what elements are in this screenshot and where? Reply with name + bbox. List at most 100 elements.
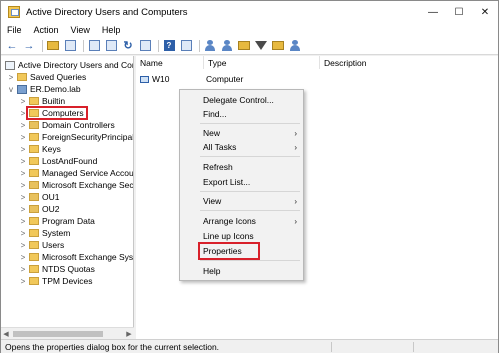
expand-arrow-icon[interactable]: >	[19, 181, 27, 190]
menu-item-help[interactable]: Help	[180, 265, 303, 277]
tree-item-microsoft-exchange-system[interactable]: > Microsoft Exchange Syste	[19, 251, 133, 263]
menu-item-label: View	[203, 196, 222, 206]
tree-item-lost-and-found[interactable]: > LostAndFound	[19, 155, 98, 167]
scroll-right-icon[interactable]: ▶	[124, 330, 134, 338]
forward-arrow-icon[interactable]: →	[22, 39, 36, 53]
menu-item-view[interactable]: View ›	[180, 195, 303, 207]
menu-help[interactable]: Help	[102, 25, 121, 35]
list-item-type: Computer	[206, 74, 244, 84]
folder-icon	[29, 169, 39, 177]
expand-arrow-icon[interactable]: >	[19, 217, 27, 226]
tree-item-microsoft-exchange-security[interactable]: > Microsoft Exchange Secu	[19, 179, 134, 191]
expand-arrow-icon[interactable]: >	[19, 193, 27, 202]
expand-arrow-icon[interactable]: >	[19, 277, 27, 286]
expand-arrow-icon[interactable]: >	[19, 169, 27, 178]
tree-item-label: TPM Devices	[42, 276, 93, 286]
column-header-description[interactable]: Description	[320, 56, 498, 69]
tree-item-domain-controllers[interactable]: > Domain Controllers	[19, 119, 115, 131]
help-icon[interactable]: ?	[162, 39, 176, 53]
column-header-type[interactable]: Type	[204, 56, 320, 69]
tree-item-ou1[interactable]: > OU1	[19, 191, 60, 203]
tree-item-keys[interactable]: > Keys	[19, 143, 61, 155]
column-header-name[interactable]: Name	[136, 56, 204, 69]
tree-item-foreign-security-principals[interactable]: > ForeignSecurityPrincipals	[19, 131, 133, 143]
expand-arrow-icon[interactable]: >	[19, 145, 27, 154]
folder-icon	[29, 241, 39, 249]
expand-arrow-icon[interactable]: >	[19, 121, 27, 130]
up-folder-icon[interactable]	[46, 39, 60, 53]
tree-item-saved-queries[interactable]: > Saved Queries	[7, 71, 87, 83]
tree-item-label: ER.Demo.lab	[30, 84, 81, 94]
expand-arrow-icon[interactable]: >	[19, 205, 27, 214]
menu-view[interactable]: View	[71, 25, 90, 35]
folder-icon	[29, 253, 39, 261]
expand-arrow-icon[interactable]: >	[19, 265, 27, 274]
tree-item-ntds-quotas[interactable]: > NTDS Quotas	[19, 263, 95, 275]
menu-item-delegate-control[interactable]: Delegate Control...	[180, 94, 303, 106]
submenu-arrow-icon: ›	[294, 216, 297, 226]
tree-item-label: System	[42, 228, 71, 238]
list-item[interactable]: W10 Computer	[136, 73, 322, 85]
close-button[interactable]: ✕	[472, 1, 498, 23]
expand-arrow-icon[interactable]: v	[7, 85, 15, 94]
find-icon[interactable]	[288, 39, 302, 53]
submenu-arrow-icon: ›	[294, 142, 297, 152]
ou-folder-icon	[29, 205, 39, 213]
filter-icon[interactable]	[254, 39, 268, 53]
tree-item-tpm-devices[interactable]: > TPM Devices	[19, 275, 93, 287]
ou-folder-icon	[29, 181, 39, 189]
menu-item-line-up-icons[interactable]: Line up Icons	[180, 230, 303, 242]
minimize-button[interactable]: —	[420, 1, 446, 23]
tree-item-managed-service-accounts[interactable]: > Managed Service Accour	[19, 167, 133, 179]
tree-item-label: OU1	[42, 192, 60, 202]
expand-arrow-icon[interactable]: >	[19, 133, 27, 142]
menu-action[interactable]: Action	[34, 25, 59, 35]
menu-bar: File Action View Help	[1, 23, 498, 37]
folder-icon	[29, 145, 39, 153]
status-divider	[331, 342, 332, 352]
menu-item-new[interactable]: New ›	[180, 127, 303, 139]
toolbar-separator	[199, 39, 200, 52]
export-list-icon[interactable]	[138, 39, 152, 53]
expand-arrow-icon[interactable]: >	[19, 241, 27, 250]
scroll-left-icon[interactable]: ◀	[1, 330, 11, 338]
tree-item-users[interactable]: > Users	[19, 239, 65, 251]
menu-file[interactable]: File	[7, 25, 22, 35]
tree-item-domain[interactable]: v ER.Demo.lab	[7, 83, 81, 95]
console-icon[interactable]	[179, 39, 193, 53]
computer-icon	[140, 75, 149, 83]
tree-item-label: OU2	[42, 204, 60, 214]
console-tree-icon[interactable]	[63, 39, 77, 53]
status-bar: Opens the properties dialog box for the …	[1, 339, 498, 353]
tree-item-label: NTDS Quotas	[42, 264, 95, 274]
domain-icon	[17, 84, 27, 94]
add-to-group-icon[interactable]	[271, 39, 285, 53]
expand-arrow-icon[interactable]: >	[7, 73, 15, 82]
menu-item-export-list[interactable]: Export List...	[180, 176, 303, 188]
tree-item-label: Microsoft Exchange Secu	[42, 180, 134, 190]
tree-item-program-data[interactable]: > Program Data	[19, 215, 95, 227]
menu-item-label: New	[203, 128, 221, 138]
expand-arrow-icon[interactable]: >	[19, 229, 27, 238]
expand-arrow-icon[interactable]: >	[19, 97, 27, 106]
tree-item-ou2[interactable]: > OU2	[19, 203, 60, 215]
new-user-icon[interactable]	[203, 39, 217, 53]
menu-item-all-tasks[interactable]: All Tasks ›	[180, 141, 303, 153]
folder-icon	[29, 217, 39, 225]
scrollbar-thumb[interactable]	[13, 330, 103, 337]
menu-item-arrange-icons[interactable]: Arrange Icons ›	[180, 215, 303, 227]
tree-horizontal-scrollbar[interactable]: ◀ ▶	[1, 327, 134, 339]
back-arrow-icon[interactable]: ←	[5, 39, 19, 53]
refresh-icon[interactable]: ↻	[121, 39, 135, 53]
tree-item-system[interactable]: > System	[19, 227, 71, 239]
new-ou-icon[interactable]	[237, 39, 251, 53]
expand-arrow-icon[interactable]: >	[19, 157, 27, 166]
new-group-icon[interactable]	[220, 39, 234, 53]
menu-item-refresh[interactable]: Refresh	[180, 161, 303, 173]
maximize-button[interactable]: ☐	[446, 1, 472, 23]
expand-arrow-icon[interactable]: >	[19, 253, 27, 262]
menu-item-find[interactable]: Find...	[180, 108, 303, 120]
copy-icon[interactable]	[104, 39, 118, 53]
tree-root[interactable]: Active Directory Users and Com	[3, 59, 133, 71]
properties-icon[interactable]	[87, 39, 101, 53]
